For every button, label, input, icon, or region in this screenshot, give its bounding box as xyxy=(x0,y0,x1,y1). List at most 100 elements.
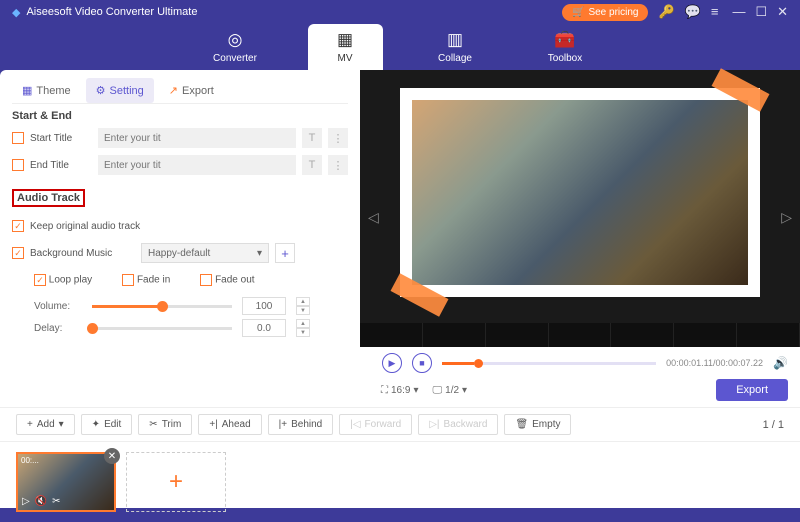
empty-button[interactable]: 🗑Empty xyxy=(504,414,571,435)
start-title-label: Start Title xyxy=(30,133,92,144)
subtab-setting[interactable]: ⚙Setting xyxy=(86,78,154,103)
add-button[interactable]: +Add▾ xyxy=(16,414,75,435)
end-title-label: End Title xyxy=(30,160,92,171)
prev-arrow[interactable]: ◁ xyxy=(368,209,379,226)
text-format-button[interactable]: T xyxy=(302,155,322,175)
key-icon[interactable]: 🔑 xyxy=(658,4,674,20)
chevron-down-icon: ▾ xyxy=(257,248,262,259)
start-title-checkbox[interactable]: ✓ xyxy=(12,132,24,144)
btn-label: Backward xyxy=(444,419,488,430)
magic-icon: ✦ xyxy=(92,419,100,430)
end-title-input[interactable] xyxy=(98,155,296,175)
fade-out-label: Fade out xyxy=(215,275,254,286)
section-start-end: Start & End xyxy=(12,110,348,122)
btn-label: Edit xyxy=(104,419,121,430)
fade-in-checkbox[interactable]: ✓ xyxy=(122,274,134,286)
text-option-button[interactable]: ⋮ xyxy=(328,128,348,148)
video-frame xyxy=(400,88,760,297)
close-button[interactable]: ✕ xyxy=(777,4,788,20)
add-clip-button[interactable]: + xyxy=(126,452,226,512)
volume-slider[interactable] xyxy=(92,305,232,308)
stop-button[interactable]: ■ xyxy=(412,353,432,373)
export-button[interactable]: Export xyxy=(716,379,788,401)
tab-mv[interactable]: ▦MV xyxy=(308,24,383,70)
select-value: Happy-default xyxy=(148,248,210,259)
tab-toolbox[interactable]: 🧰 Toolbox xyxy=(528,24,603,70)
see-pricing-button[interactable]: 🛒 See pricing xyxy=(562,4,648,21)
see-pricing-label: See pricing xyxy=(588,7,638,18)
add-music-button[interactable]: + xyxy=(275,243,295,263)
btn-label: Forward xyxy=(365,419,402,430)
cart-icon: 🛒 xyxy=(572,7,584,18)
btn-label: Behind xyxy=(291,419,322,430)
background-music-select[interactable]: Happy-default ▾ xyxy=(141,243,269,263)
maximize-button[interactable]: ☐ xyxy=(755,4,767,20)
scale-button[interactable]: 🖵1/2▾ xyxy=(433,385,468,396)
subtab-label: Setting xyxy=(110,85,144,97)
behind-icon: |+ xyxy=(279,419,287,430)
mv-icon: ▦ xyxy=(337,30,353,50)
tab-label: Collage xyxy=(438,53,472,64)
mute-icon[interactable]: 🔇 xyxy=(35,496,47,507)
loop-play-checkbox[interactable]: ✓ xyxy=(34,274,46,286)
menu-icon[interactable]: ≡ xyxy=(711,4,719,20)
time-display: 00:00:01.11/00:00:07.22 xyxy=(666,358,763,368)
end-title-checkbox[interactable]: ✓ xyxy=(12,159,24,171)
fade-out-checkbox[interactable]: ✓ xyxy=(200,274,212,286)
titlebar: ◆ Aiseesoft Video Converter Ultimate 🛒 S… xyxy=(0,0,800,24)
feedback-icon[interactable]: 💬 xyxy=(685,4,701,20)
scissors-icon[interactable]: ✂ xyxy=(52,496,60,507)
volume-value[interactable]: 100 xyxy=(242,297,286,315)
main-tabs: ◎Converter ▦MV ▥Collage 🧰 Toolbox xyxy=(0,24,800,70)
subtab-export[interactable]: ↗ Export xyxy=(159,78,224,103)
monitor-icon: 🖵 xyxy=(433,385,443,396)
behind-button[interactable]: |+ Behind xyxy=(268,414,334,435)
btn-label: Add xyxy=(37,419,55,430)
clip-thumbnail[interactable]: 00:... ✕ ▷🔇✂ xyxy=(16,452,116,512)
aspect-value: 16:9 xyxy=(391,385,410,396)
toolbox-icon: 🧰 xyxy=(554,30,575,50)
display-controls: ⛶16:9▾ 🖵1/2▾ Export xyxy=(0,379,800,407)
delay-slider[interactable] xyxy=(92,327,232,330)
progress-bar[interactable] xyxy=(442,362,656,365)
text-option-button[interactable]: ⋮ xyxy=(328,155,348,175)
clip-duration: 00:... xyxy=(21,456,39,465)
aspect-ratio-button[interactable]: ⛶16:9▾ xyxy=(381,385,419,396)
ahead-icon: +| xyxy=(209,419,217,430)
subtab-theme[interactable]: ▦Theme xyxy=(12,78,81,103)
play-button[interactable]: ▶ xyxy=(382,353,402,373)
tab-converter[interactable]: ◎Converter xyxy=(198,24,273,70)
next-arrow[interactable]: ▷ xyxy=(781,209,792,226)
converter-icon: ◎ xyxy=(228,30,243,50)
minimize-button[interactable]: — xyxy=(732,4,745,20)
delay-stepper[interactable]: ▲▼ xyxy=(296,319,310,337)
btn-label: Ahead xyxy=(222,419,251,430)
tab-collage[interactable]: ▥Collage xyxy=(418,24,493,70)
chevron-down-icon: ▾ xyxy=(462,385,467,396)
playback-controls: ▶ ■ 00:00:01.11/00:00:07.22 🔊 xyxy=(0,347,800,379)
clip-thumbnails: 00:... ✕ ▷ 🔇 ✂ + xyxy=(0,442,800,522)
chevron-down-icon: ▾ xyxy=(413,385,418,396)
export-icon: ↗ xyxy=(169,84,178,97)
backward-icon: ▷| xyxy=(429,419,439,430)
subtab-label: Export xyxy=(182,85,214,97)
volume-stepper[interactable]: ▲▼ xyxy=(296,297,310,315)
text-format-button[interactable]: T xyxy=(302,128,322,148)
tab-label: Toolbox xyxy=(548,53,582,64)
remove-clip-button[interactable]: ✕ xyxy=(104,448,120,464)
start-title-input[interactable] xyxy=(98,128,296,148)
delay-value[interactable]: 0.0 xyxy=(242,319,286,337)
edit-button[interactable]: ✦ Edit xyxy=(81,414,133,435)
app-logo-icon: ◆ xyxy=(12,6,20,19)
background-music-checkbox[interactable]: ✓ xyxy=(12,247,24,259)
trim-button[interactable]: ✂Trim xyxy=(138,414,192,435)
volume-icon[interactable]: 🔊 xyxy=(773,356,788,370)
ahead-button[interactable]: +| Ahead xyxy=(198,414,261,435)
keep-original-checkbox[interactable]: ✓ xyxy=(12,220,24,232)
play-icon[interactable]: ▷ xyxy=(22,496,30,507)
app-title: Aiseesoft Video Converter Ultimate xyxy=(26,6,197,18)
scale-value: 1/2 xyxy=(445,385,459,396)
timeline-strip[interactable] xyxy=(360,323,800,347)
theme-icon: ▦ xyxy=(22,84,32,97)
preview-panel: ◁ ▷ xyxy=(360,70,800,347)
